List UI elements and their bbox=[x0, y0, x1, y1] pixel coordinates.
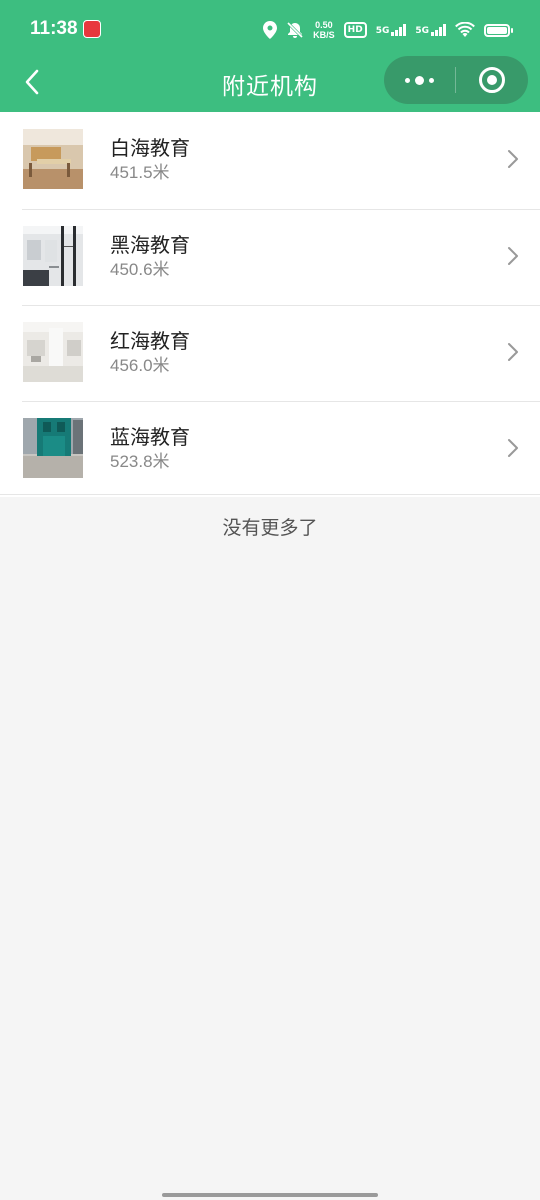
target-icon bbox=[478, 67, 505, 93]
institution-thumbnail bbox=[23, 418, 83, 478]
institution-distance: 451.5米 bbox=[110, 163, 170, 182]
list-bottom-divider bbox=[0, 494, 540, 495]
chevron-right-icon bbox=[508, 439, 518, 457]
institution-name: 蓝海教育 bbox=[110, 425, 190, 449]
more-dots-icon bbox=[405, 75, 434, 85]
no-more-text: 没有更多了 bbox=[222, 517, 318, 539]
list-item[interactable]: 白海教育 451.5米 bbox=[0, 112, 540, 209]
more-button[interactable] bbox=[384, 56, 455, 104]
institution-distance: 456.0米 bbox=[110, 356, 170, 375]
mute-icon bbox=[286, 21, 304, 39]
wifi-icon bbox=[455, 22, 475, 38]
status-icons: 0.50 KB/S HD 5G 5G bbox=[263, 18, 513, 42]
institution-distance: 523.8米 bbox=[110, 452, 170, 471]
app-notification-icon bbox=[83, 20, 101, 38]
institution-name: 红海教育 bbox=[110, 329, 190, 353]
institution-list: 白海教育 451.5米 黑海教育 450.6米 红海教育 456.0米 蓝海教育… bbox=[0, 112, 540, 497]
list-item[interactable]: 红海教育 456.0米 bbox=[0, 305, 540, 401]
navigation-bar: 附近机构 bbox=[0, 56, 540, 108]
hd-badge: HD bbox=[343, 22, 367, 38]
signal-1: 5G bbox=[376, 24, 407, 36]
institution-thumbnail bbox=[23, 322, 83, 382]
signal-2: 5G bbox=[415, 24, 446, 36]
signal-bars-icon bbox=[431, 24, 446, 36]
institution-name: 白海教育 bbox=[110, 136, 190, 160]
signal-bars-icon bbox=[391, 24, 407, 36]
list-item[interactable]: 蓝海教育 523.8米 bbox=[0, 401, 540, 497]
status-bar: 11:38 0.50 KB/S HD 5G 5G bbox=[0, 0, 540, 58]
chevron-right-icon bbox=[508, 150, 518, 168]
chevron-right-icon bbox=[508, 343, 518, 361]
battery-icon bbox=[484, 23, 513, 37]
location-icon bbox=[263, 21, 278, 39]
home-indicator[interactable] bbox=[162, 1193, 378, 1197]
signal-1-label: 5G bbox=[375, 26, 390, 36]
close-miniprogram-button[interactable] bbox=[456, 56, 527, 104]
speed-unit: KB/S bbox=[313, 30, 335, 40]
miniprogram-capsule bbox=[384, 56, 528, 104]
header: 11:38 0.50 KB/S HD 5G 5G 附近机构 bbox=[0, 0, 540, 112]
institution-distance: 450.6米 bbox=[110, 260, 170, 279]
institution-thumbnail bbox=[23, 226, 83, 286]
signal-2-label: 5G bbox=[415, 26, 429, 36]
institution-thumbnail bbox=[23, 129, 83, 189]
speed-value: 0.50 bbox=[315, 20, 333, 30]
chevron-right-icon bbox=[508, 247, 518, 265]
status-time: 11:38 bbox=[30, 18, 78, 39]
list-item[interactable]: 黑海教育 450.6米 bbox=[0, 209, 540, 305]
network-speed: 0.50 KB/S bbox=[313, 20, 335, 40]
institution-name: 黑海教育 bbox=[110, 233, 190, 257]
